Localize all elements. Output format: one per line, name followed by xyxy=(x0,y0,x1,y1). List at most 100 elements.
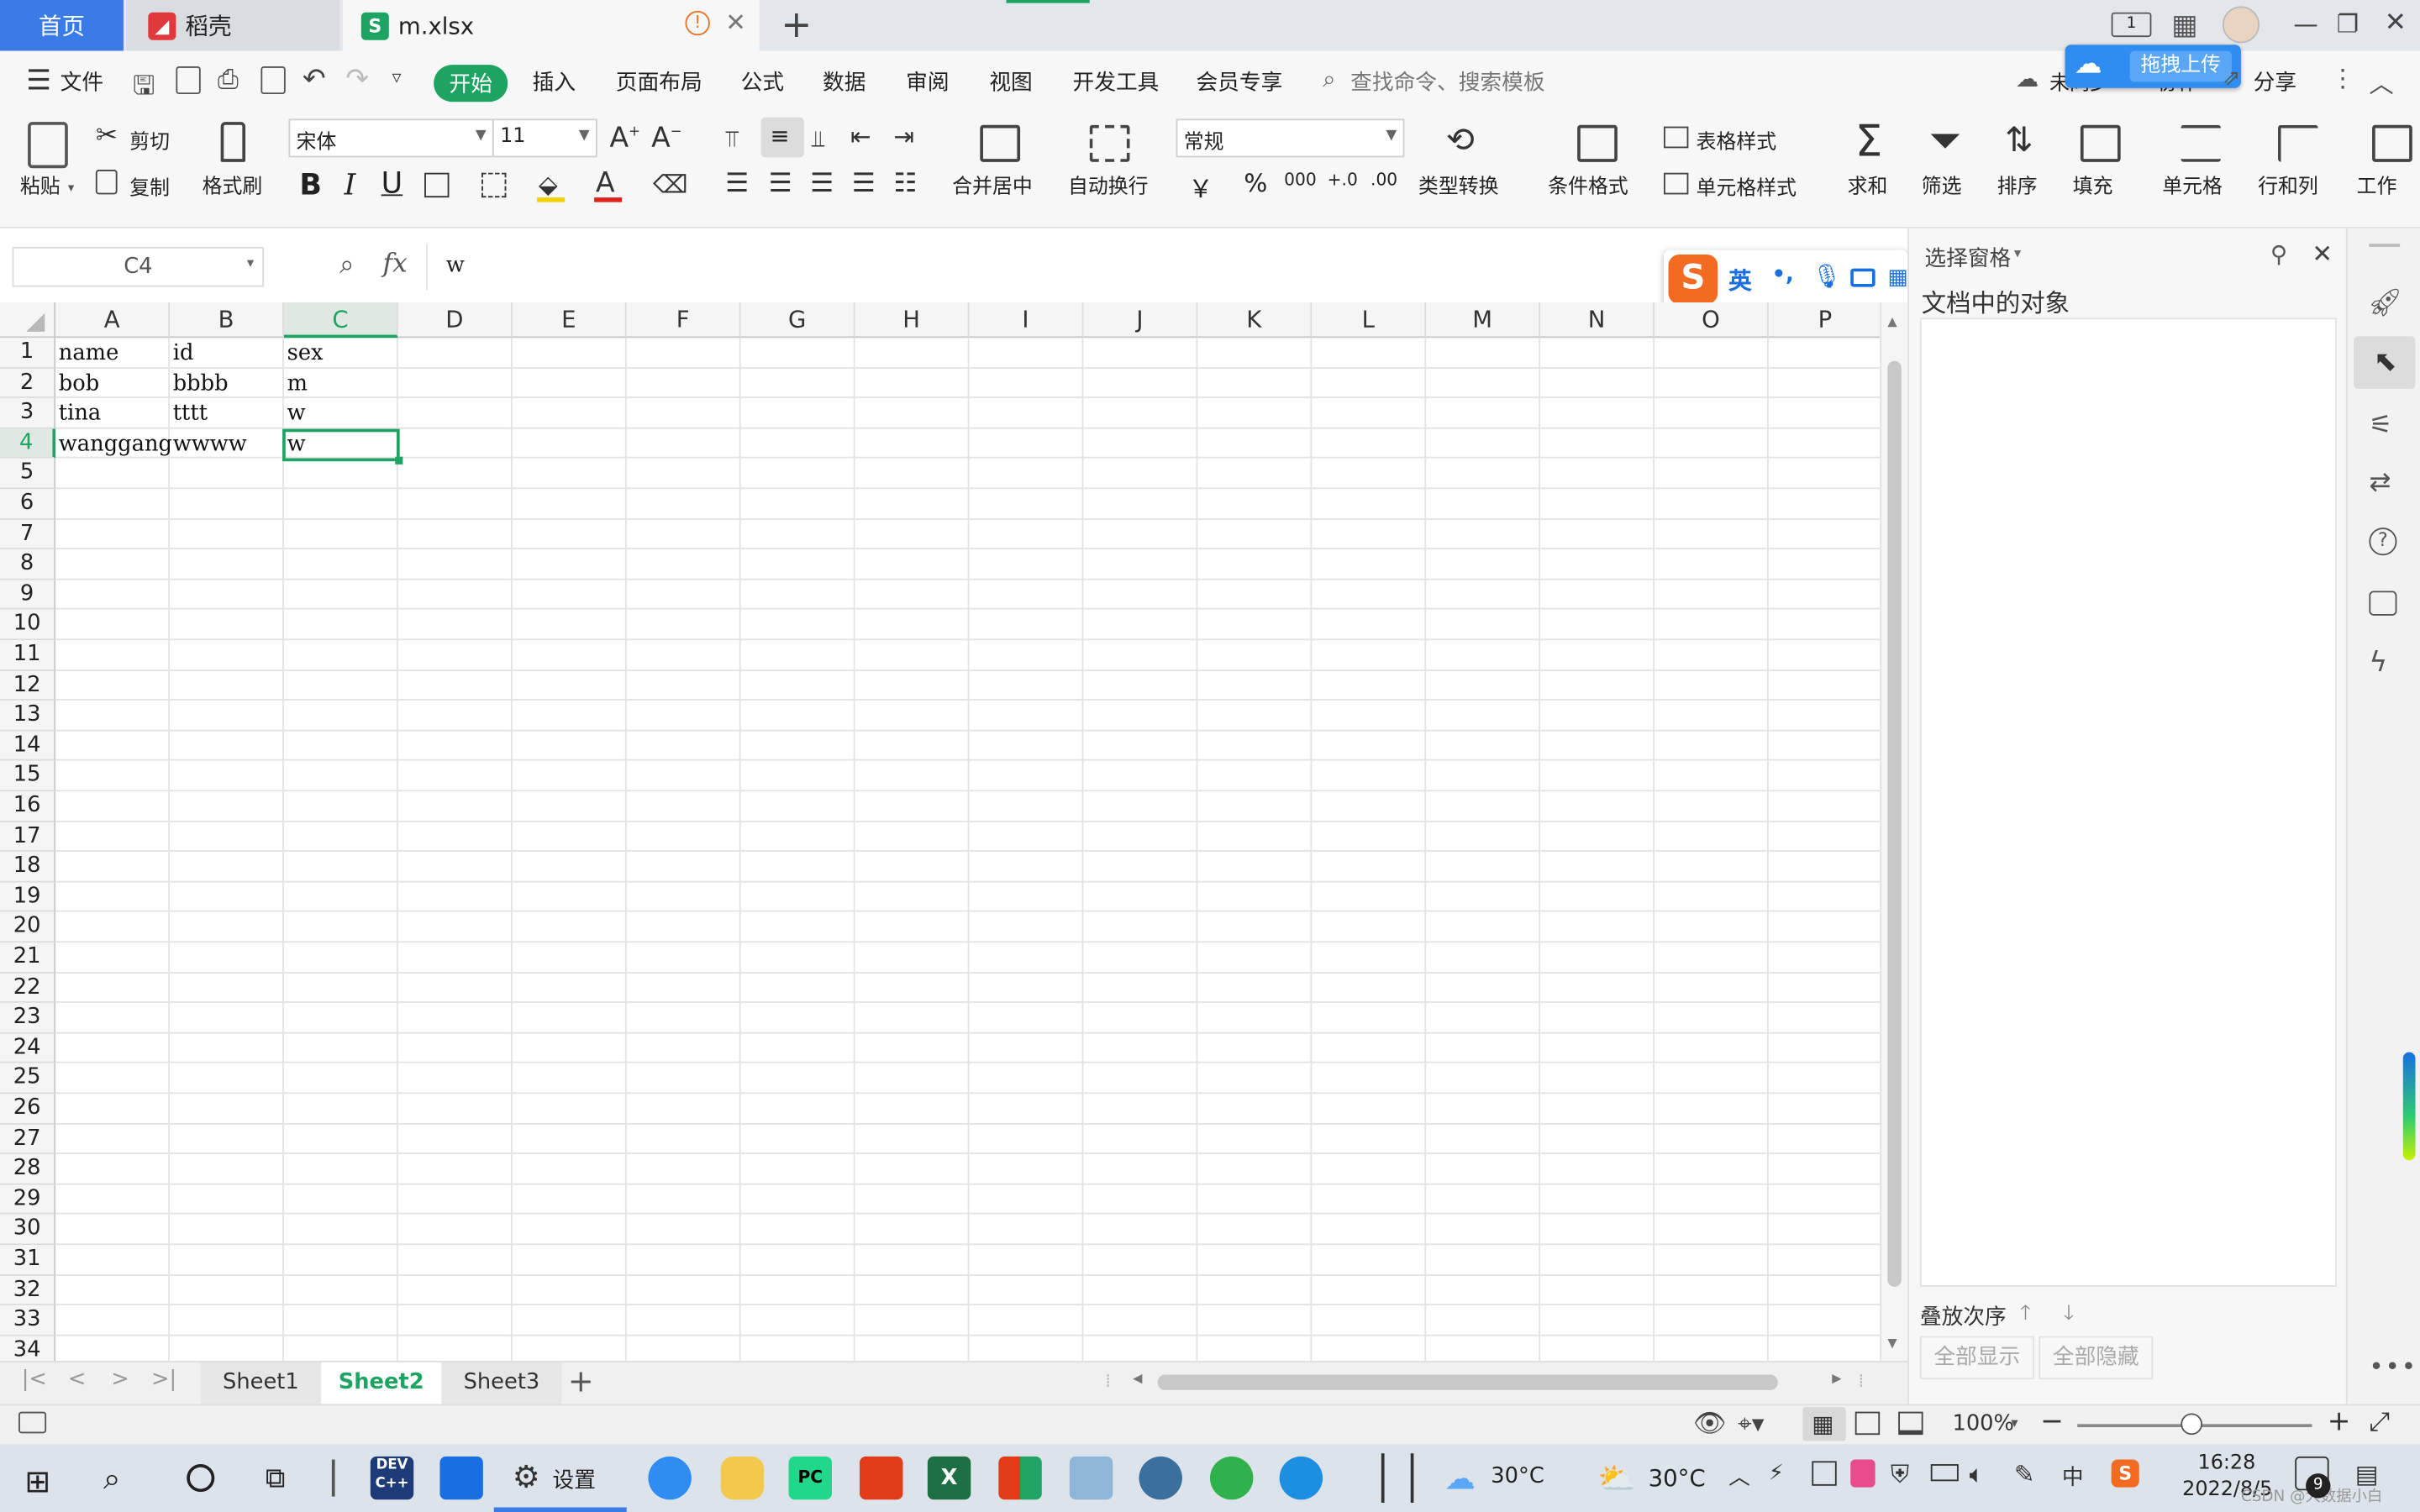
sort-icon[interactable]: ⇅ xyxy=(2005,122,2033,160)
horizontal-scroll-thumb[interactable] xyxy=(1157,1374,1778,1390)
currency-button[interactable]: ￥ xyxy=(1188,168,1213,205)
row-header[interactable]: 18 xyxy=(0,852,56,883)
row-header[interactable]: 29 xyxy=(0,1184,56,1215)
close-tab-icon[interactable]: ✕ xyxy=(725,8,746,37)
row-header[interactable]: 6 xyxy=(0,489,56,520)
bold-icon[interactable]: B xyxy=(299,168,322,202)
filter-button[interactable]: 筛选 xyxy=(1922,170,1962,199)
row-header[interactable]: 28 xyxy=(0,1154,56,1185)
sum-button[interactable]: 求和 xyxy=(1848,170,1888,199)
cell-A3[interactable]: tina xyxy=(55,400,101,429)
column-header[interactable]: G xyxy=(740,302,855,339)
undo-icon[interactable]: ↶ xyxy=(302,63,326,96)
row-header[interactable]: 24 xyxy=(0,1033,56,1064)
select-all-corner[interactable] xyxy=(0,302,56,339)
type-convert-button[interactable]: 类型转换 xyxy=(1418,170,1499,199)
row-header[interactable]: 3 xyxy=(0,398,56,429)
font-color-icon[interactable]: A xyxy=(596,166,615,199)
close-window-icon[interactable]: ✕ xyxy=(2385,8,2407,39)
font-size-select[interactable]: 11 ▼ xyxy=(492,118,597,158)
excel-icon[interactable]: X xyxy=(927,1456,971,1500)
cut-button[interactable]: 剪切 xyxy=(129,125,170,155)
scroll-left-icon[interactable]: ◀ xyxy=(1133,1372,1142,1386)
cell-B1[interactable]: id xyxy=(170,339,194,369)
row-header[interactable]: 33 xyxy=(0,1305,56,1336)
number-format-select[interactable]: 常规 ▼ xyxy=(1176,118,1405,158)
fill-button[interactable]: 填充 xyxy=(2073,170,2113,199)
cell-B3[interactable]: tttt xyxy=(170,400,208,429)
cell-A1[interactable]: name xyxy=(55,339,119,369)
row-header[interactable]: 12 xyxy=(0,670,56,701)
row-header[interactable]: 23 xyxy=(0,1003,56,1034)
show-all-button[interactable]: 全部显示 xyxy=(1919,1336,2034,1380)
align-center-icon[interactable]: ☰ xyxy=(769,168,792,199)
thousands-button[interactable]: 000 xyxy=(1284,170,1317,190)
filter-icon[interactable]: ⏷ xyxy=(1929,118,1961,166)
row-header[interactable]: 22 xyxy=(0,973,56,1004)
select-tool-button[interactable]: ⬉ xyxy=(2354,336,2416,389)
cell-C3[interactable]: w xyxy=(284,400,306,429)
more-icon[interactable]: ⋮ xyxy=(2330,63,2354,92)
column-header[interactable]: F xyxy=(626,302,741,339)
next-sheet-icon[interactable]: > xyxy=(111,1367,129,1391)
table-style-button[interactable]: 表格样式 xyxy=(1697,125,1777,155)
vertical-scrollbar[interactable]: ▲ ▼ xyxy=(1880,302,1908,1361)
collapse-ribbon-icon[interactable]: ︿ xyxy=(2369,63,2393,100)
ime-toolbar[interactable]: S 英 •, 🎙 ▦ xyxy=(1663,249,1908,309)
horizontal-scrollbar[interactable]: ⁞ ◀ ▶ ⁞ xyxy=(1105,1368,1876,1396)
weather-temp-1[interactable]: 30°C xyxy=(1491,1464,1544,1488)
search-icon[interactable]: ⌕ xyxy=(103,1460,121,1497)
first-sheet-icon[interactable]: |< xyxy=(22,1367,47,1391)
zoom-out-icon[interactable]: − xyxy=(2040,1405,2064,1438)
tab-home[interactable]: 首页 xyxy=(0,0,124,51)
upload-badge[interactable]: ☁ 拖拽上传 xyxy=(2065,45,2241,88)
name-box-dropdown-icon[interactable]: ▾ xyxy=(247,256,254,271)
volume-icon[interactable]: 🔈︎ xyxy=(1970,1460,1985,1491)
redo-icon[interactable]: ↷ xyxy=(345,63,369,96)
sogou-tray-icon[interactable]: S xyxy=(2111,1459,2139,1488)
tab-docer[interactable]: ◢ 稻壳 xyxy=(126,0,340,51)
percent-button[interactable]: % xyxy=(1244,168,1267,197)
sheet-tab-3[interactable]: Sheet3 xyxy=(441,1362,562,1404)
column-header[interactable]: K xyxy=(1197,302,1313,339)
macro-record-icon[interactable] xyxy=(18,1411,47,1434)
print-icon[interactable]: ⎙ xyxy=(218,65,239,96)
scroll-down-icon[interactable]: ▼ xyxy=(1887,1336,1897,1351)
paste-icon[interactable] xyxy=(28,122,68,169)
tray-shield-icon[interactable]: ⛨ xyxy=(1891,1460,1909,1491)
column-header[interactable]: N xyxy=(1540,302,1655,339)
cell-button[interactable]: 单元格 xyxy=(2162,170,2223,199)
cortana-icon[interactable] xyxy=(187,1464,215,1493)
zoom-dropdown-icon[interactable]: ▾ xyxy=(2011,1416,2018,1431)
fill-pattern-icon[interactable] xyxy=(481,172,507,198)
clear-format-icon[interactable]: ⌫ xyxy=(653,170,688,199)
rows-cols-icon[interactable] xyxy=(2278,124,2318,162)
menu-insert[interactable]: 插入 xyxy=(533,66,576,97)
row-header[interactable]: 31 xyxy=(0,1245,56,1276)
copy-button[interactable]: 复制 xyxy=(129,171,170,201)
unsaved-warning-icon[interactable]: ! xyxy=(685,10,710,36)
zoom-level[interactable]: 100% xyxy=(1952,1412,2014,1436)
increase-decimal-button[interactable]: +.0 xyxy=(1328,170,1358,190)
python-icon[interactable] xyxy=(720,1456,765,1500)
justify-icon[interactable]: ☰ xyxy=(852,168,876,199)
menu-data[interactable]: 数据 xyxy=(823,66,865,97)
type-convert-icon[interactable]: ⟲ xyxy=(1446,122,1475,160)
notepad-icon[interactable] xyxy=(1069,1456,1113,1500)
row-header[interactable]: 26 xyxy=(0,1094,56,1125)
grid-apps-icon[interactable]: ▦ xyxy=(2171,9,2197,42)
avatar[interactable] xyxy=(2222,6,2260,44)
move-up-icon[interactable]: 🡑 xyxy=(2020,1299,2030,1333)
column-header[interactable]: H xyxy=(855,302,970,339)
pen-icon[interactable]: ✎ xyxy=(2014,1460,2035,1489)
row-header[interactable]: 30 xyxy=(0,1215,56,1246)
increase-font-icon[interactable]: A+ xyxy=(610,122,641,155)
keyboard-icon[interactable] xyxy=(1850,268,1876,287)
ime-punctuation[interactable]: •, xyxy=(1772,262,1794,286)
scroll-right-icon[interactable]: ▶ xyxy=(1832,1372,1841,1386)
minimize-icon[interactable]: — xyxy=(2293,9,2317,39)
rows-cols-button[interactable]: 行和列 xyxy=(2258,170,2318,199)
align-middle-button[interactable]: ≡ xyxy=(760,117,804,158)
tray-color-icon[interactable] xyxy=(1850,1459,1876,1488)
tray-app-icon[interactable] xyxy=(1812,1461,1837,1486)
